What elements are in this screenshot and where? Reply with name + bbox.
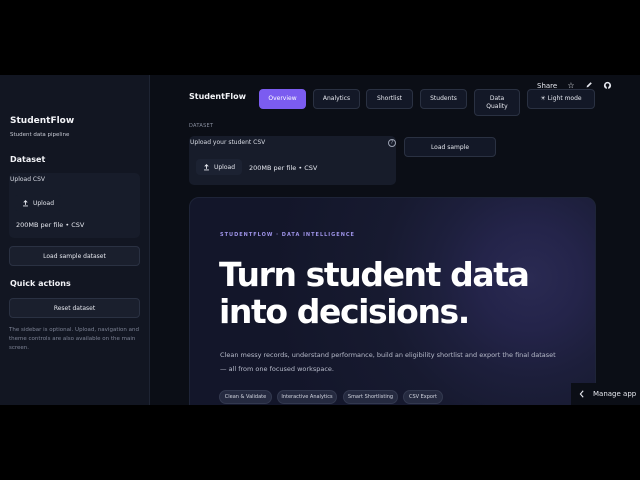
sidebar-upload-label: Upload CSV — [10, 176, 46, 183]
sidebar-note: The sidebar is optional. Upload, navigat… — [9, 327, 139, 351]
main-load-sample-label: Load sample — [430, 143, 470, 151]
tab-students[interactable]: Students — [420, 89, 467, 109]
tab-shortlist[interactable]: Shortlist — [366, 89, 413, 109]
manage-app-button[interactable]: Manage app — [571, 383, 640, 405]
main-upload-button-label: Upload — [213, 163, 236, 171]
edit-icon[interactable] — [584, 81, 594, 91]
sidebar-upload-limit: 200MB per file • CSV — [16, 221, 85, 229]
chip-interactive-analytics: Interactive Analytics — [277, 390, 337, 404]
sidebar: StudentFlow Student data pipeline Datase… — [0, 75, 150, 405]
hero-title: Turn student data into decisions. — [219, 255, 530, 331]
sidebar-load-sample-button[interactable]: Load sample dataset — [9, 246, 140, 266]
tab-data-quality[interactable]: Data Quality — [474, 89, 520, 116]
chip-smart-shortlisting: Smart Shortlisting — [343, 390, 398, 404]
sidebar-reset-label: Reset dataset — [53, 304, 96, 312]
share-button[interactable]: Share — [537, 82, 557, 90]
main-upload-button[interactable]: Upload — [196, 159, 242, 175]
theme-toggle-button[interactable]: ☀ Light mode — [527, 89, 595, 109]
header-brand: StudentFlow — [189, 92, 247, 101]
upload-icon — [23, 199, 28, 206]
sidebar-dataset-heading: Dataset — [10, 155, 46, 164]
github-icon[interactable] — [602, 81, 612, 91]
manage-app-label: Manage app — [593, 390, 637, 398]
sidebar-upload-button-label: Upload — [32, 199, 55, 207]
hero-description: Clean messy records, understand performa… — [220, 351, 556, 373]
app-window: StudentFlow Student data pipeline Datase… — [0, 75, 640, 405]
sidebar-load-sample-label: Load sample dataset — [43, 252, 106, 260]
tab-overview[interactable]: Overview — [259, 89, 306, 109]
sidebar-quick-actions-heading: Quick actions — [10, 279, 71, 288]
hero-card: STUDENTFLOW · DATA INTELLIGENCE Turn stu… — [189, 197, 596, 405]
hero-title-line-2: into decisions. — [219, 292, 470, 331]
main-load-sample-button[interactable]: Load sample — [404, 137, 496, 157]
chip-clean-validate: Clean & Validate — [219, 390, 272, 404]
dataset-label: DATASET — [189, 123, 214, 129]
hero-eyebrow: STUDENTFLOW · DATA INTELLIGENCE — [220, 232, 355, 238]
main-upload-limit: 200MB per file • CSV — [249, 164, 318, 172]
tab-analytics[interactable]: Analytics — [313, 89, 360, 109]
hero-title-line-1: Turn student data — [219, 255, 530, 294]
sidebar-app-title: StudentFlow — [10, 116, 75, 126]
chip-csv-export: CSV Export — [403, 390, 443, 404]
chevron-left-icon — [579, 390, 584, 398]
upload-icon — [204, 163, 209, 170]
sidebar-app-subtitle: Student data pipeline — [10, 132, 70, 138]
help-icon[interactable]: ? — [388, 139, 396, 147]
sidebar-reset-button[interactable]: Reset dataset — [9, 298, 140, 318]
sidebar-upload-button[interactable]: Upload — [14, 195, 62, 211]
main-upload-label: Upload your student CSV — [190, 139, 266, 146]
star-icon[interactable]: ☆ — [566, 81, 576, 91]
